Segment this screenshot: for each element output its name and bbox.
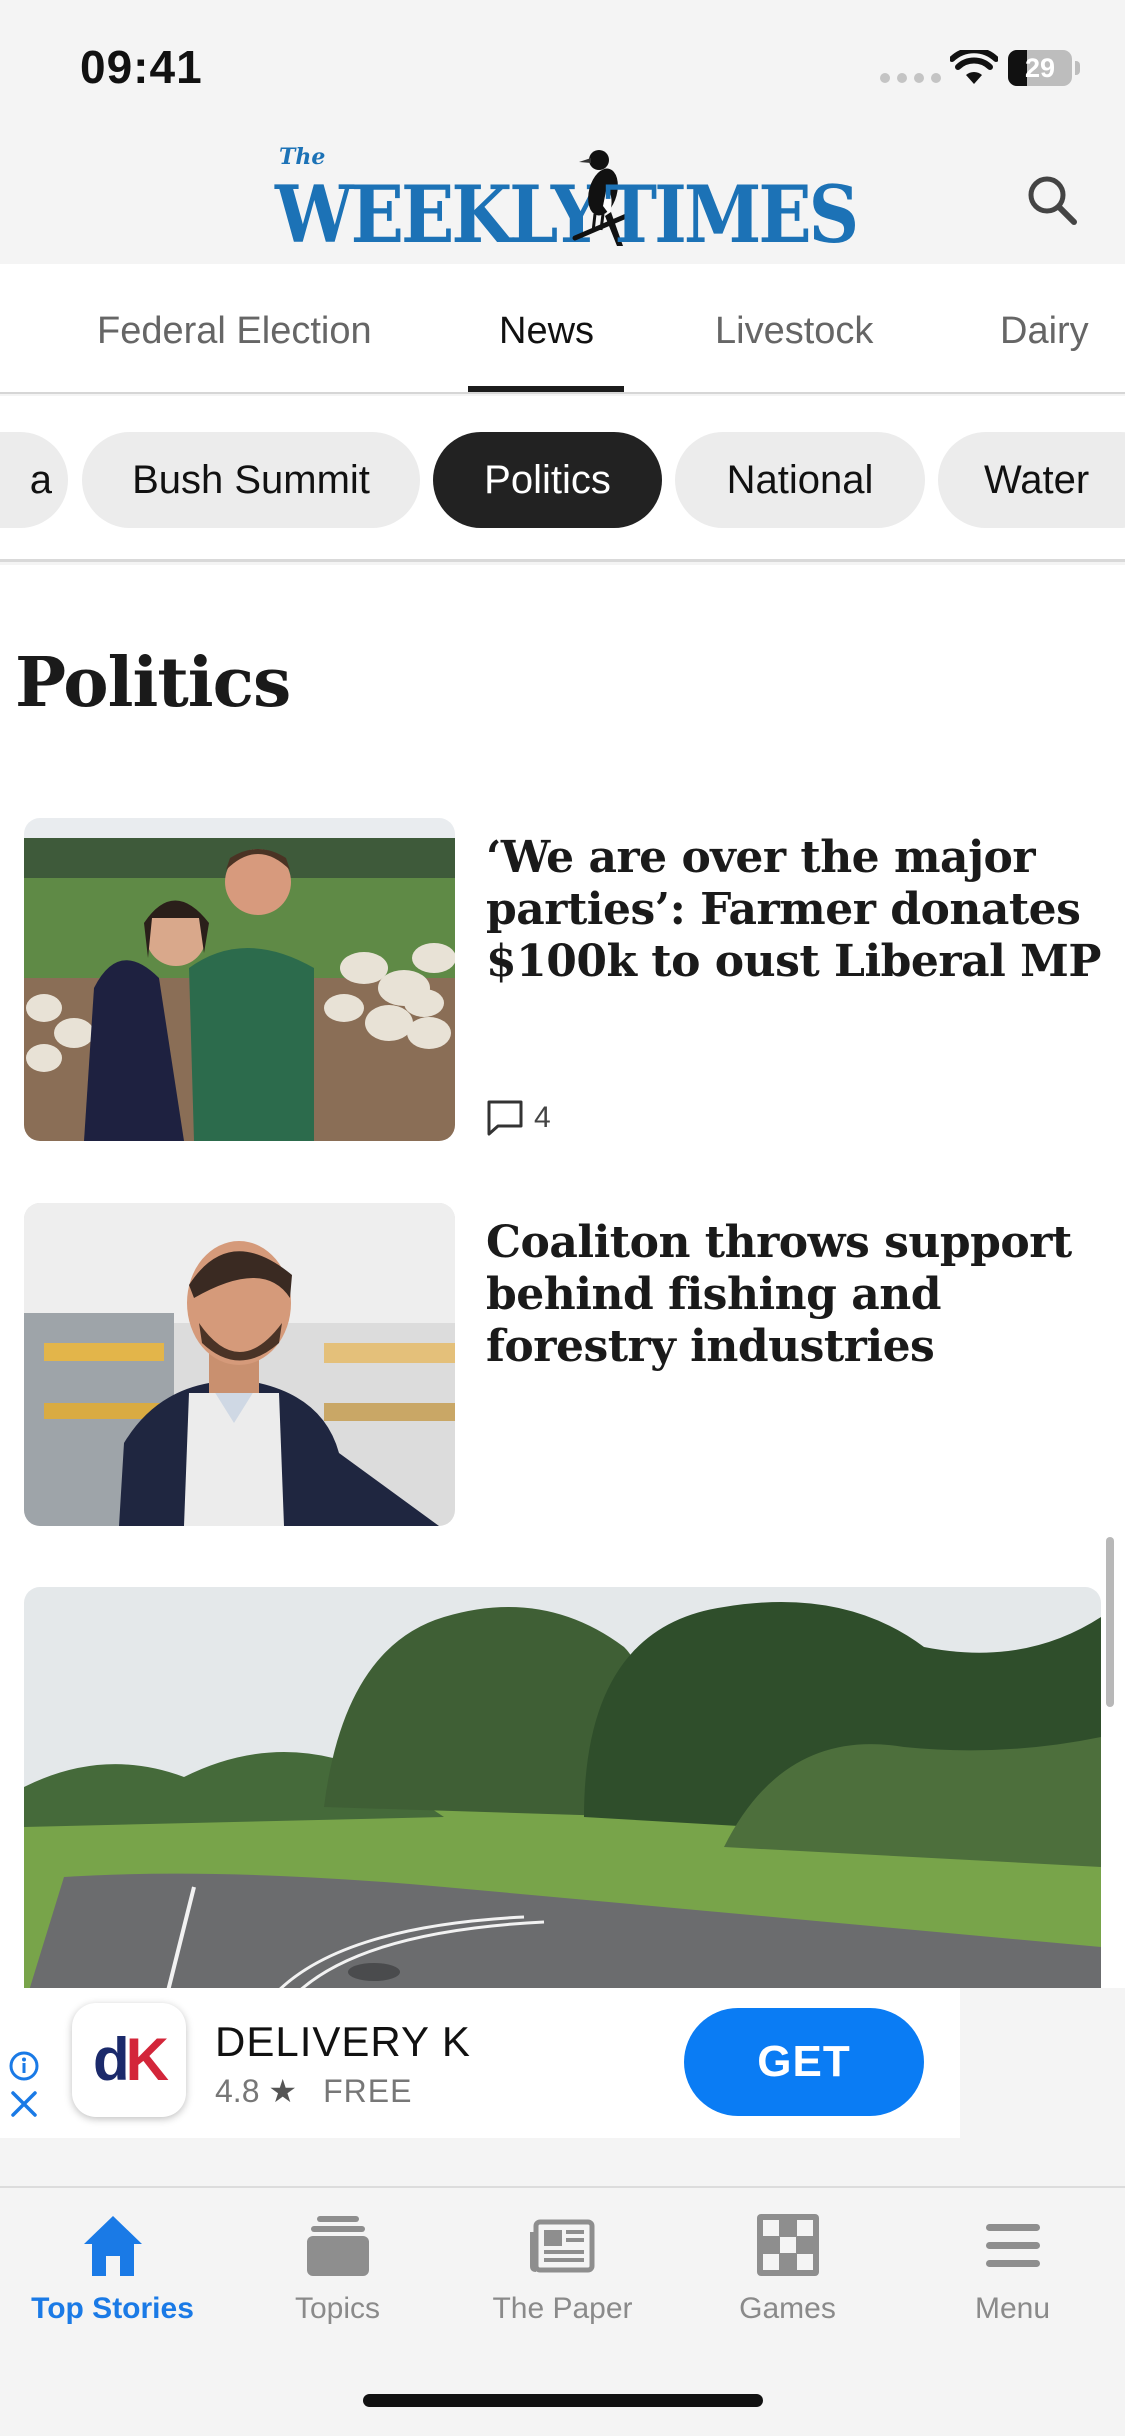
logo-times: TIMES: [605, 168, 859, 261]
article-list: Politics ‘We are over the major parties’…: [0, 565, 1125, 1988]
games-icon: [757, 2214, 819, 2276]
chip-national[interactable]: National: [675, 432, 925, 528]
status-time: 09:41: [80, 41, 203, 93]
comment-count-value: 4: [534, 1101, 551, 1134]
ad-info-icon[interactable]: [8, 2050, 40, 2082]
topic-chips: a Bush Summit Politics National Water: [0, 396, 1125, 562]
page-title: Politics: [15, 643, 291, 723]
battery-icon: 29: [1008, 50, 1080, 86]
nav-games[interactable]: Games: [675, 2188, 900, 2358]
topics-icon: [307, 2216, 369, 2276]
article-thumbnail: [24, 818, 455, 1141]
chip-water[interactable]: Water: [938, 432, 1125, 528]
chip-partial[interactable]: a: [0, 432, 68, 528]
comment-count[interactable]: 4: [486, 1098, 551, 1138]
cellular-signal-icon: [880, 73, 941, 83]
article-card[interactable]: Coaliton throws support behind fishing a…: [0, 1203, 1125, 1533]
nav-menu[interactable]: Menu: [900, 2188, 1125, 2358]
active-tab-indicator: [468, 386, 624, 392]
ad-close-icon[interactable]: [8, 2088, 40, 2120]
tab-news[interactable]: News: [499, 264, 594, 394]
nav-top-stories[interactable]: Top Stories: [0, 2188, 225, 2358]
ad-app-name: DELIVERY K: [215, 2018, 471, 2065]
scrollbar[interactable]: [1106, 1537, 1114, 1707]
article-thumbnail: [24, 1203, 455, 1526]
nav-topics[interactable]: Topics: [225, 2188, 450, 2358]
home-indicator[interactable]: [363, 2394, 763, 2407]
tab-dairy[interactable]: Dairy: [1000, 264, 1089, 394]
status-bar: 09:41 29: [0, 0, 1125, 130]
ad-get-button[interactable]: GET: [684, 2008, 924, 2116]
article-card[interactable]: ‘We are over the major parties’: Farmer …: [0, 818, 1125, 1148]
tab-livestock[interactable]: Livestock: [715, 264, 873, 394]
menu-icon: [986, 2224, 1040, 2267]
ad-app-icon: dK: [72, 2003, 186, 2117]
article-headline[interactable]: ‘We are over the major parties’: Farmer …: [486, 832, 1106, 988]
logo-weekly: WEEKLY: [275, 168, 601, 261]
newspaper-icon: [530, 2219, 595, 2273]
chip-politics[interactable]: Politics: [433, 432, 662, 528]
logo-the: The: [279, 144, 326, 170]
comment-icon: [487, 1100, 523, 1136]
article-lead-image[interactable]: [24, 1587, 1101, 1988]
ad-rating: 4.8 ★ FREE: [215, 2073, 413, 2109]
search-icon[interactable]: [1022, 170, 1082, 230]
ad-banner[interactable]: dK DELIVERY K 4.8 ★ FREE GET: [0, 1988, 960, 2138]
home-icon: [84, 2216, 142, 2276]
star-icon: ★: [268, 2073, 298, 2109]
chip-bush-summit[interactable]: Bush Summit: [82, 432, 420, 528]
tab-federal-election[interactable]: Federal Election: [97, 264, 372, 394]
nav-the-paper[interactable]: The Paper: [450, 2188, 675, 2358]
app-header: The WEEKLY TIMES: [0, 130, 1125, 264]
section-tabs: Federal Election News Livestock Dairy: [0, 264, 1125, 394]
weekly-times-logo[interactable]: The WEEKLY TIMES: [275, 142, 859, 261]
article-headline[interactable]: Coaliton throws support behind fishing a…: [486, 1217, 1106, 1373]
wifi-icon: [950, 50, 998, 84]
battery-level: 29: [1024, 53, 1056, 83]
